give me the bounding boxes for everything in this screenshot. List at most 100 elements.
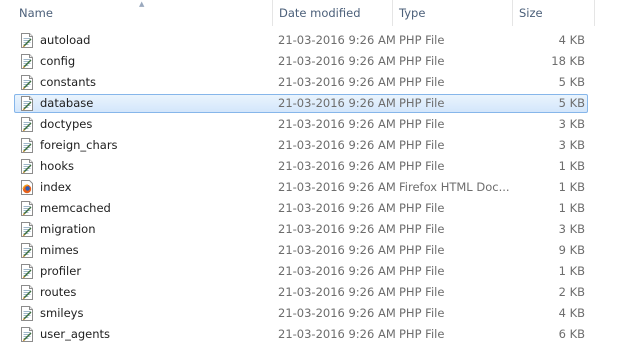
- file-size: 1 KB: [558, 159, 585, 173]
- column-divider[interactable]: [272, 0, 273, 26]
- file-row[interactable]: smileys 21-03-2016 9:26 AM PHP File 4 KB: [14, 304, 588, 323]
- file-row[interactable]: mimes 21-03-2016 9:26 AM PHP File 9 KB: [14, 241, 588, 260]
- file-type: PHP File: [399, 201, 445, 215]
- php-file-icon: [20, 117, 34, 132]
- file-row[interactable]: autoload 21-03-2016 9:26 AM PHP File 4 KB: [14, 31, 588, 50]
- file-row[interactable]: foreign_chars 21-03-2016 9:26 AM PHP File 3…: [14, 136, 588, 155]
- column-divider[interactable]: [594, 0, 595, 26]
- file-date-modified: 21-03-2016 9:26 AM: [278, 264, 396, 278]
- file-name: constants: [40, 75, 96, 89]
- file-type: Firefox HTML Doc...: [399, 180, 510, 194]
- file-row[interactable]: index 21-03-2016 9:26 AM Firefox HTML Doc.…: [14, 178, 588, 197]
- file-name: migration: [40, 222, 96, 236]
- file-row[interactable]: routes 21-03-2016 9:26 AM PHP File 2 KB: [14, 283, 588, 302]
- file-name: mimes: [40, 243, 79, 257]
- file-type: PHP File: [399, 138, 445, 152]
- column-header-date-label: Date modified: [279, 6, 361, 20]
- file-size: 9 KB: [558, 243, 585, 257]
- file-name: routes: [40, 285, 77, 299]
- file-date-modified: 21-03-2016 9:26 AM: [278, 306, 396, 320]
- file-size: 5 KB: [558, 96, 585, 110]
- file-name: profiler: [40, 264, 82, 278]
- file-type: PHP File: [399, 75, 445, 89]
- file-type: PHP File: [399, 285, 445, 299]
- file-date-modified: 21-03-2016 9:26 AM: [278, 33, 396, 47]
- file-row[interactable]: database 21-03-2016 9:26 AM PHP File 5 KB: [14, 94, 588, 113]
- file-date-modified: 21-03-2016 9:26 AM: [278, 54, 396, 68]
- column-header-type[interactable]: Type: [399, 0, 512, 26]
- php-file-icon: [20, 138, 34, 153]
- php-file-icon: [20, 96, 34, 111]
- file-type: PHP File: [399, 243, 445, 257]
- file-row[interactable]: hooks 21-03-2016 9:26 AM PHP File 1 KB: [14, 157, 588, 176]
- php-file-icon: [20, 243, 34, 258]
- file-name: autoload: [40, 33, 91, 47]
- file-size: 6 KB: [558, 327, 585, 341]
- file-size: 3 KB: [558, 117, 585, 131]
- file-type: PHP File: [399, 54, 445, 68]
- column-header-date-modified[interactable]: Date modified: [279, 0, 392, 26]
- file-type: PHP File: [399, 306, 445, 320]
- file-size: 1 KB: [558, 180, 585, 194]
- php-file-icon: [20, 222, 34, 237]
- php-file-icon: [20, 159, 34, 174]
- file-size: 4 KB: [558, 306, 585, 320]
- file-size: 4 KB: [558, 33, 585, 47]
- php-file-icon: [20, 54, 34, 69]
- column-header-bar: Name ▲ Date modified Type Size: [0, 0, 624, 26]
- file-date-modified: 21-03-2016 9:26 AM: [278, 138, 396, 152]
- file-name: hooks: [40, 159, 75, 173]
- file-date-modified: 21-03-2016 9:26 AM: [278, 222, 396, 236]
- file-row[interactable]: migration 21-03-2016 9:26 AM PHP File 3 KB: [14, 220, 588, 239]
- column-divider[interactable]: [392, 0, 393, 26]
- file-name: config: [40, 54, 76, 68]
- file-row[interactable]: constants 21-03-2016 9:26 AM PHP File 5 KB: [14, 73, 588, 92]
- php-file-icon: [20, 264, 34, 279]
- file-type: PHP File: [399, 33, 445, 47]
- file-type: PHP File: [399, 222, 445, 236]
- file-date-modified: 21-03-2016 9:26 AM: [278, 243, 396, 257]
- column-header-size-label: Size: [519, 6, 543, 20]
- file-type: PHP File: [399, 117, 445, 131]
- file-row[interactable]: config 21-03-2016 9:26 AM PHP File 18 KB: [14, 52, 588, 71]
- file-date-modified: 21-03-2016 9:26 AM: [278, 117, 396, 131]
- file-date-modified: 21-03-2016 9:26 AM: [278, 327, 396, 341]
- file-row[interactable]: profiler 21-03-2016 9:26 AM PHP File 1 KB: [14, 262, 588, 281]
- file-date-modified: 21-03-2016 9:26 AM: [278, 285, 396, 299]
- file-name: memcached: [40, 201, 111, 215]
- file-size: 5 KB: [558, 75, 585, 89]
- file-row[interactable]: doctypes 21-03-2016 9:26 AM PHP File 3 KB: [14, 115, 588, 134]
- file-date-modified: 21-03-2016 9:26 AM: [278, 75, 396, 89]
- firefox-html-icon: [20, 180, 34, 195]
- file-date-modified: 21-03-2016 9:26 AM: [278, 180, 396, 194]
- file-date-modified: 21-03-2016 9:26 AM: [278, 96, 396, 110]
- file-size: 3 KB: [558, 138, 585, 152]
- file-type: PHP File: [399, 96, 445, 110]
- file-name: index: [40, 180, 72, 194]
- file-size: 3 KB: [558, 222, 585, 236]
- php-file-icon: [20, 33, 34, 48]
- file-name: foreign_chars: [40, 138, 118, 152]
- file-name: user_agents: [40, 327, 111, 341]
- php-file-icon: [20, 327, 34, 342]
- php-file-icon: [20, 306, 34, 321]
- file-date-modified: 21-03-2016 9:26 AM: [278, 201, 396, 215]
- php-file-icon: [20, 285, 34, 300]
- file-name: database: [40, 96, 94, 110]
- file-size: 1 KB: [558, 264, 585, 278]
- file-date-modified: 21-03-2016 9:26 AM: [278, 159, 396, 173]
- file-type: PHP File: [399, 327, 445, 341]
- file-name: doctypes: [40, 117, 93, 131]
- file-row[interactable]: memcached 21-03-2016 9:26 AM PHP File 1 KB: [14, 199, 588, 218]
- column-header-type-label: Type: [399, 6, 426, 20]
- column-header-size[interactable]: Size: [519, 0, 594, 26]
- php-file-icon: [20, 75, 34, 90]
- file-size: 1 KB: [558, 201, 585, 215]
- column-header-name[interactable]: Name: [19, 0, 272, 26]
- column-divider[interactable]: [512, 0, 513, 26]
- sort-up-icon: ▲: [139, 0, 145, 8]
- file-row[interactable]: user_agents 21-03-2016 9:26 AM PHP File 6 K…: [14, 325, 588, 344]
- file-type: PHP File: [399, 264, 445, 278]
- php-file-icon: [20, 201, 34, 216]
- file-name: smileys: [40, 306, 84, 320]
